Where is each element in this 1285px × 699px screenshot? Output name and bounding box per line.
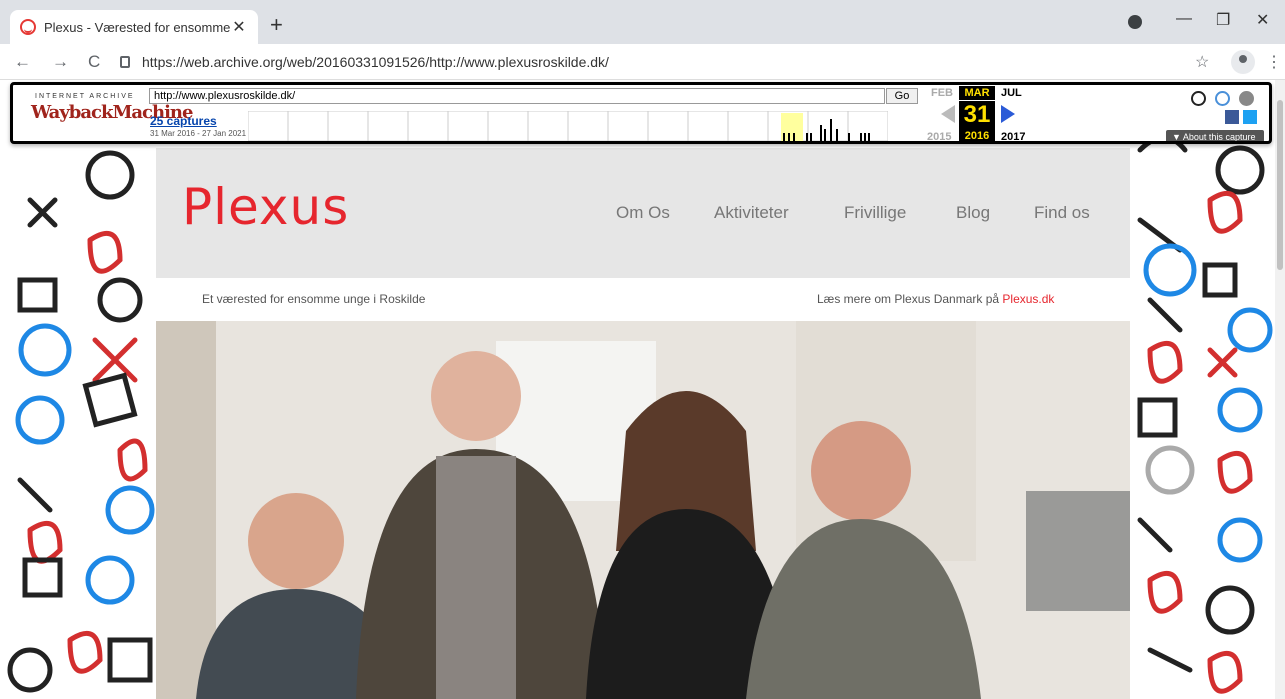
prev-capture-arrow-icon[interactable]	[941, 105, 955, 123]
minimize-button[interactable]: —	[1176, 10, 1192, 28]
capture-sparkline[interactable]	[247, 110, 889, 141]
browser-tab-strip: Plexus - Værested for ensomme u ✕ + — ❐ …	[0, 0, 1285, 44]
doodle-pattern-left	[0, 80, 165, 699]
smiley-favicon-icon	[20, 19, 36, 35]
page-scrollbar[interactable]	[1275, 80, 1285, 699]
browser-toolbar: ← → C https://web.archive.org/web/201603…	[0, 44, 1285, 80]
doodle-pattern-right	[1120, 80, 1275, 699]
browser-tab[interactable]: Plexus - Værested for ensomme u ✕	[10, 10, 258, 44]
new-tab-button[interactable]: +	[270, 14, 283, 36]
group-photo	[156, 321, 1130, 699]
current-year: 2016	[959, 129, 995, 141]
captures-link[interactable]: 25 captures	[150, 114, 217, 128]
profile-avatar[interactable]	[1231, 50, 1255, 74]
nav-item-aktiviteter[interactable]: Aktiviteter	[714, 203, 789, 223]
page-viewport: Plexus Om Os Aktiviteter Frivillige Blog…	[0, 80, 1285, 699]
next-year[interactable]: 2017	[1001, 131, 1025, 141]
site-tagline: Et værested for ensomme unge i Roskilde	[202, 292, 426, 306]
capture-range: 31 Mar 2016 - 27 Jan 2021	[150, 129, 247, 138]
tab-close-icon[interactable]: ✕	[230, 17, 248, 37]
scrollbar-thumb[interactable]	[1277, 100, 1283, 270]
help-icon[interactable]	[1215, 91, 1230, 106]
tab-title: Plexus - Værested for ensomme u	[44, 19, 230, 35]
internet-archive-label: INTERNET ARCHIVE	[35, 93, 135, 100]
restore-button[interactable]: ❐	[1216, 10, 1230, 30]
nav-item-blog[interactable]: Blog	[956, 203, 990, 223]
prev-year[interactable]: 2015	[927, 131, 951, 141]
address-bar[interactable]: https://web.archive.org/web/201603310915…	[120, 49, 1160, 75]
wayback-url-input[interactable]: http://www.plexusroskilde.dk/	[149, 88, 885, 104]
reload-button[interactable]: C	[88, 52, 100, 72]
nav-item-frivillige[interactable]: Frivillige	[844, 203, 906, 223]
address-bar-url: https://web.archive.org/web/201603310915…	[142, 54, 609, 70]
close-toolbar-icon[interactable]	[1239, 91, 1254, 106]
back-button[interactable]: ←	[14, 52, 31, 72]
current-month: MAR	[959, 86, 995, 100]
next-month-link[interactable]: JUL	[1001, 87, 1022, 99]
prev-month-link[interactable]: FEB	[931, 87, 953, 99]
plexus-logo[interactable]: Plexus	[182, 178, 349, 236]
forward-button[interactable]: →	[52, 52, 69, 72]
close-window-button[interactable]: ✕	[1256, 10, 1269, 30]
site-header: Plexus Om Os Aktiviteter Frivillige Blog…	[156, 148, 1130, 278]
plexus-dk-link[interactable]: Plexus.dk	[1002, 292, 1054, 306]
next-capture-arrow-icon[interactable]	[1001, 105, 1015, 123]
current-day: 31	[959, 101, 995, 129]
lock-icon	[120, 56, 130, 68]
nav-item-om-os[interactable]: Om Os	[616, 203, 670, 223]
account-icon[interactable]	[1191, 91, 1206, 106]
plexus-site: Plexus Om Os Aktiviteter Frivillige Blog…	[156, 148, 1130, 699]
browser-menu-icon[interactable]: ⋮	[1266, 52, 1282, 72]
facebook-icon[interactable]	[1225, 110, 1239, 124]
about-capture-button[interactable]: ▼ About this capture	[1166, 130, 1264, 141]
extension-icon[interactable]	[1128, 15, 1142, 29]
plexus-danmark-text: Læs mere om Plexus Danmark på Plexus.dk	[817, 292, 1054, 306]
nav-item-find-os[interactable]: Find os	[1034, 203, 1090, 223]
bookmark-star-icon[interactable]: ☆	[1195, 52, 1209, 72]
site-subbar: Et værested for ensomme unge i Roskilde …	[156, 278, 1130, 321]
wayback-go-button[interactable]: Go	[886, 88, 918, 104]
wayback-toolbar: INTERNET ARCHIVE WaybackMachine http://w…	[10, 82, 1272, 144]
more-text: Læs mere om Plexus Danmark på	[817, 292, 1003, 306]
twitter-icon[interactable]	[1243, 110, 1257, 124]
